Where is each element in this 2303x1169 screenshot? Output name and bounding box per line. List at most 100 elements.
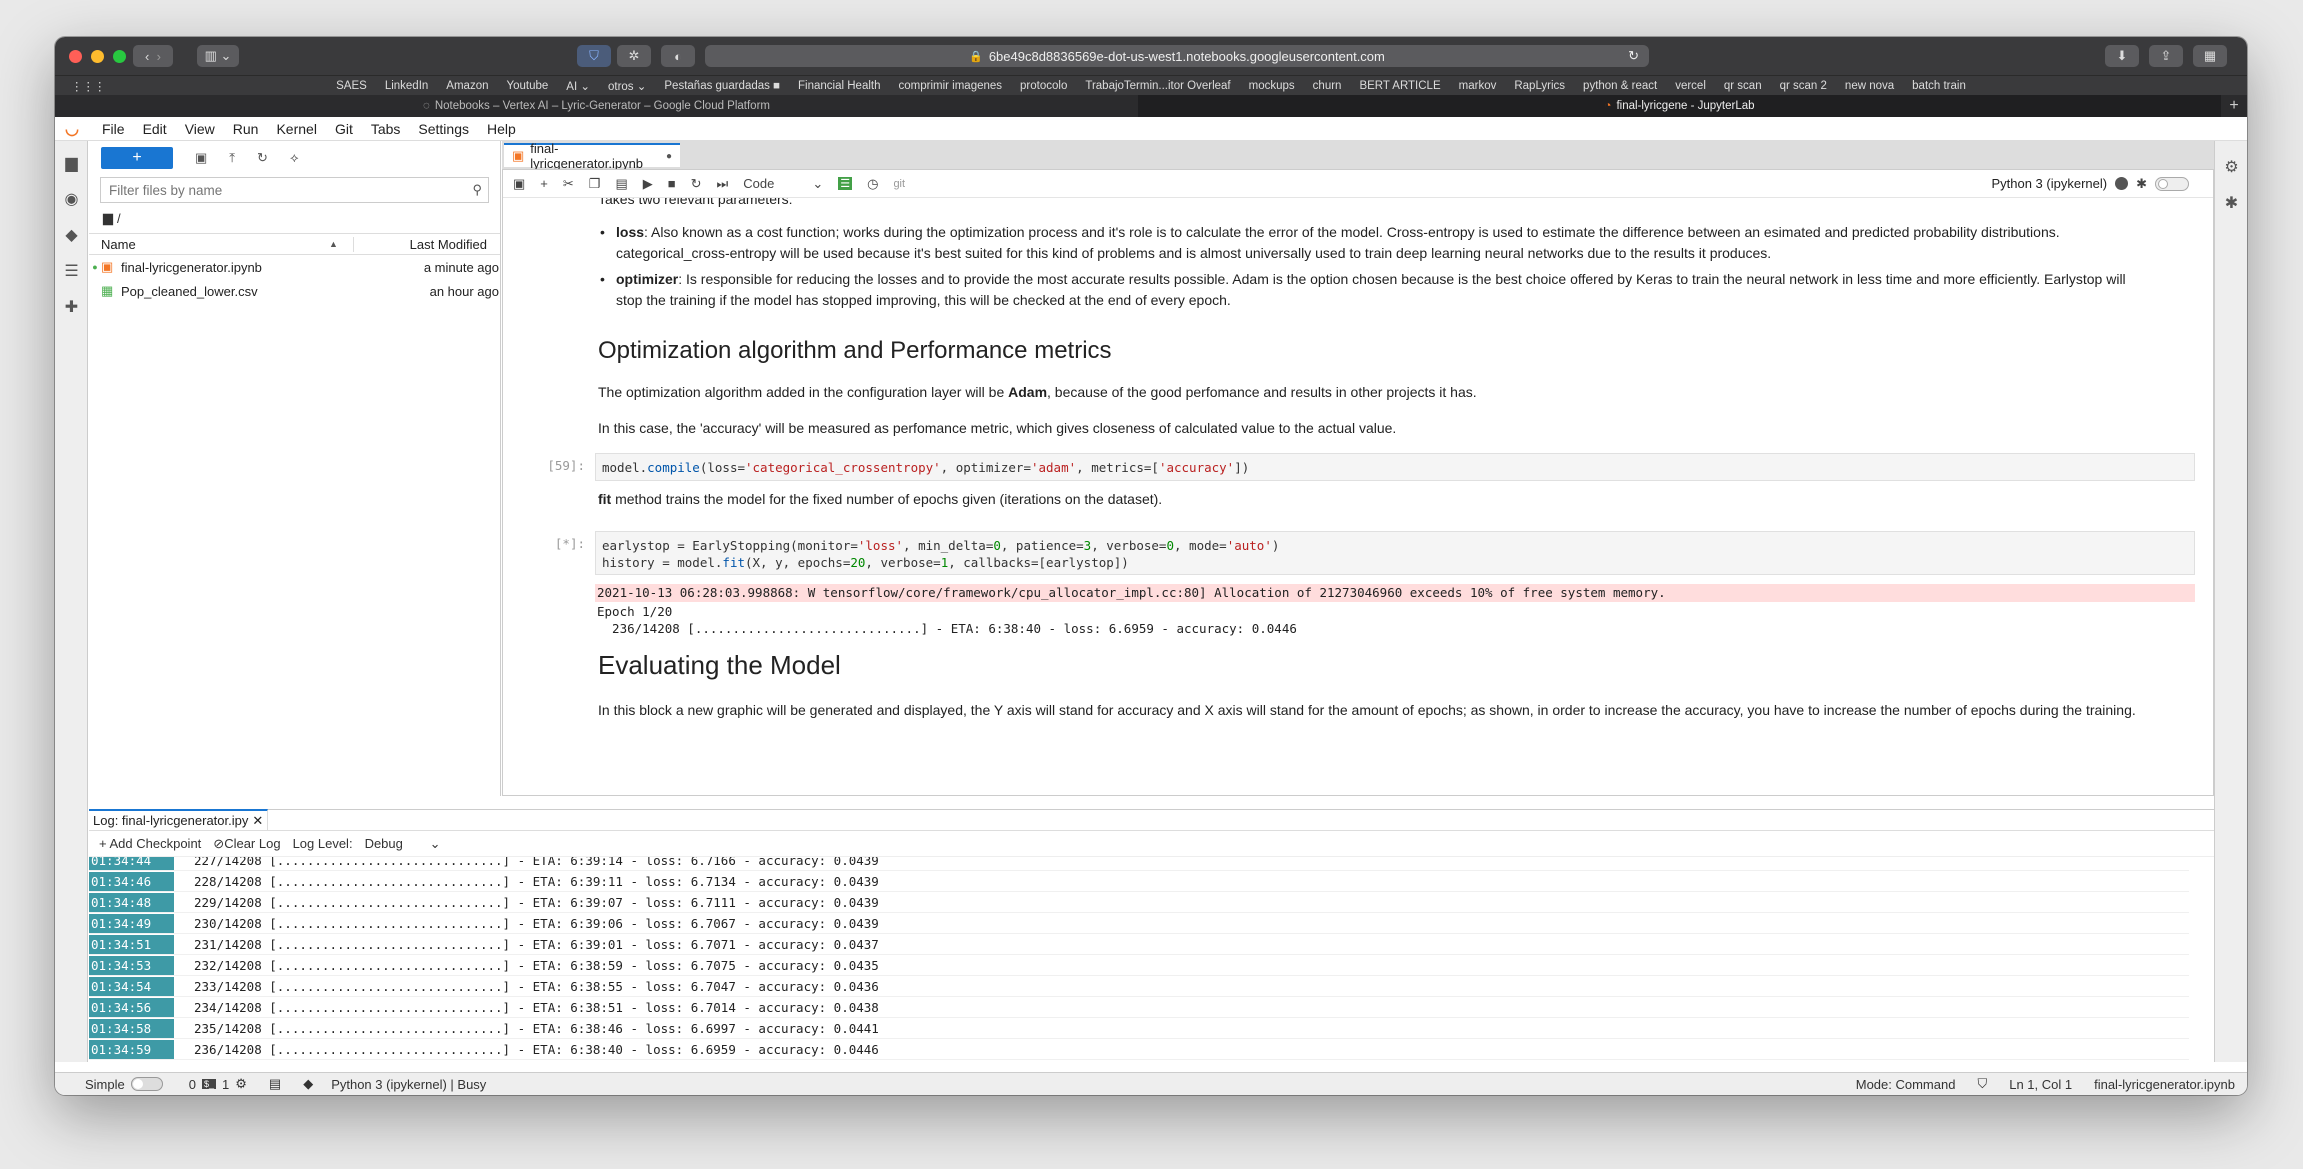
breadcrumb-root[interactable]: / [117, 211, 121, 226]
tab-overview-button[interactable]: ▦ [2193, 45, 2227, 67]
chevron-right-icon[interactable]: › [157, 49, 161, 64]
git-diff-label[interactable]: git [893, 178, 905, 190]
address-bar[interactable]: 🔒 6be49c8d8836569e-dot-us-west1.notebook… [705, 45, 1649, 67]
property-inspector-icon[interactable]: ⚙ [2215, 149, 2247, 185]
filter-box[interactable]: ⚲ [100, 177, 489, 203]
variable-inspector-icon[interactable]: ☰ [838, 177, 853, 190]
favorite-item[interactable]: Pestañas guardadas ■ [664, 80, 780, 92]
code-cell-fit[interactable]: earlystop = EarlyStopping(monitor='loss'… [595, 531, 2195, 575]
code-cell-compile[interactable]: model.compile(loss='categorical_crossent… [595, 453, 2195, 481]
extension-button[interactable]: ✲ [617, 45, 651, 67]
notebook-tab[interactable]: ▣ final-lyricgenerator.ipynb ● [504, 141, 680, 171]
column-name-header[interactable]: Name [89, 237, 329, 252]
favorite-item[interactable]: LinkedIn [385, 80, 428, 92]
favorite-item[interactable]: Youtube [506, 80, 548, 92]
menu-file[interactable]: File [93, 121, 134, 137]
simple-mode-toggle[interactable] [130, 1077, 163, 1091]
favorite-item[interactable]: comprimir imagenes [899, 80, 1003, 92]
favorite-item[interactable]: vercel [1675, 80, 1706, 92]
menu-view[interactable]: View [176, 121, 224, 137]
menu-run[interactable]: Run [224, 121, 268, 137]
cut-icon[interactable]: ✂ [563, 176, 574, 192]
folder-icon[interactable]: ▆ [103, 210, 113, 226]
menu-help[interactable]: Help [478, 121, 525, 137]
kernel-count[interactable]: 1 [222, 1077, 229, 1092]
reload-icon[interactable]: ↻ [1628, 48, 1639, 64]
close-icon[interactable]: ✕ [252, 813, 263, 829]
sort-caret-icon[interactable]: ▲ [329, 239, 353, 249]
toc-icon[interactable]: ☰ [55, 253, 88, 289]
unsaved-dot-icon[interactable]: ● [666, 151, 672, 162]
run-icon[interactable]: ▶ [643, 176, 653, 192]
favorite-item[interactable]: RapLyrics [1514, 80, 1565, 92]
shield-extension-button[interactable]: ⛉ [577, 45, 611, 67]
back-forward-buttons[interactable]: ‹ › [133, 45, 173, 67]
close-window-button[interactable] [69, 49, 82, 63]
git-icon[interactable]: ◆ [55, 217, 88, 253]
favorite-item[interactable]: mockups [1249, 80, 1295, 92]
favorite-item[interactable]: python & react [1583, 80, 1657, 92]
favorite-item[interactable]: markov [1459, 80, 1497, 92]
zoom-window-button[interactable] [113, 49, 126, 63]
kernel-name[interactable]: Python 3 (ipykernel) [1991, 176, 2107, 191]
terminal-count[interactable]: 0 [189, 1077, 196, 1092]
menu-tabs[interactable]: Tabs [362, 121, 410, 137]
debugger-bug-icon[interactable]: ✱ [2136, 176, 2147, 192]
favorite-item[interactable]: SAES [336, 80, 367, 92]
favorite-item[interactable]: BERT ARTICLE [1359, 80, 1440, 92]
debugger-toggle[interactable] [2155, 176, 2189, 191]
favorite-item[interactable]: TrabajoTermin...itor Overleaf [1085, 80, 1230, 92]
folder-icon[interactable]: ▆ [55, 145, 88, 181]
favorite-item[interactable]: qr scan 2 [1780, 80, 1827, 92]
new-launcher-button[interactable]: + [101, 147, 173, 169]
cursor-position[interactable]: Ln 1, Col 1 [2009, 1077, 2072, 1092]
minimize-window-button[interactable] [91, 49, 104, 63]
stop-icon[interactable]: ■ [668, 176, 676, 191]
fast-forward-icon[interactable]: ⏭ [717, 176, 729, 192]
log-level-select[interactable]: Debug ⌄ [365, 836, 441, 852]
git-branch-icon[interactable]: ◆ [303, 1076, 313, 1092]
upload-icon[interactable]: ⤒ [229, 150, 235, 166]
column-modified-header[interactable]: Last Modified [353, 236, 487, 252]
favorites-grid-icon[interactable]: ⋮⋮⋮ [71, 79, 106, 93]
clock-icon[interactable]: ◷ [867, 176, 878, 192]
menu-kernel[interactable]: Kernel [267, 121, 325, 137]
favorite-item[interactable]: Financial Health [798, 80, 880, 92]
insert-cell-icon[interactable]: + [540, 176, 548, 191]
new-folder-icon[interactable]: ▣ [195, 150, 207, 166]
refresh-icon[interactable]: ↻ [257, 150, 268, 166]
sidebar-toggle-button[interactable]: ▥ ⌄ [197, 45, 239, 67]
menu-settings[interactable]: Settings [409, 121, 478, 137]
favorite-item[interactable]: otros ⌄ [608, 79, 646, 93]
favorite-item[interactable]: Amazon [446, 80, 488, 92]
cell-type-select[interactable]: Code ⌄ [743, 176, 823, 192]
clear-log-button[interactable]: ⊘Clear Log [213, 836, 280, 852]
browser-tab[interactable]: ◌ Notebooks – Vertex AI – Lyric-Generator… [55, 95, 1138, 117]
git-clone-icon[interactable]: ⟡ [290, 150, 299, 166]
notebook-trust-icon[interactable]: ▤ [269, 1076, 281, 1092]
favorite-item[interactable]: protocolo [1020, 80, 1067, 92]
downloads-button[interactable]: ⬇ [2105, 45, 2139, 67]
menu-git[interactable]: Git [326, 121, 362, 137]
favorite-item[interactable]: new nova [1845, 80, 1894, 92]
copy-icon[interactable]: ❐ [589, 176, 601, 192]
file-row[interactable]: ● ▣ final-lyricgenerator.ipynb a minute … [89, 255, 500, 279]
save-icon[interactable]: ▣ [513, 176, 525, 192]
privacy-button[interactable]: ◐ [661, 45, 695, 67]
filter-input[interactable] [109, 182, 469, 198]
kernel-status[interactable]: Python 3 (ipykernel) | Busy [331, 1077, 486, 1092]
favorite-item[interactable]: churn [1313, 80, 1342, 92]
favorite-item[interactable]: qr scan [1724, 80, 1762, 92]
log-tab[interactable]: Log: final-lyricgenerator.ipy ✕ [89, 809, 269, 830]
browser-tab-active[interactable]: ◔ final-lyricgene - JupyterLab [1138, 95, 2221, 117]
add-checkpoint-button[interactable]: + Add Checkpoint [99, 836, 201, 851]
running-icon[interactable]: ◉ [55, 181, 88, 217]
menu-edit[interactable]: Edit [134, 121, 176, 137]
paste-icon[interactable]: ▤ [615, 176, 627, 192]
chevron-left-icon[interactable]: ‹ [145, 49, 149, 64]
favorite-item[interactable]: batch train [1912, 80, 1966, 92]
new-tab-button[interactable]: + [2221, 95, 2247, 117]
debugger-icon[interactable]: ✱ [2215, 185, 2247, 221]
favorite-item[interactable]: AI ⌄ [566, 79, 590, 93]
restart-icon[interactable]: ↻ [691, 176, 702, 192]
